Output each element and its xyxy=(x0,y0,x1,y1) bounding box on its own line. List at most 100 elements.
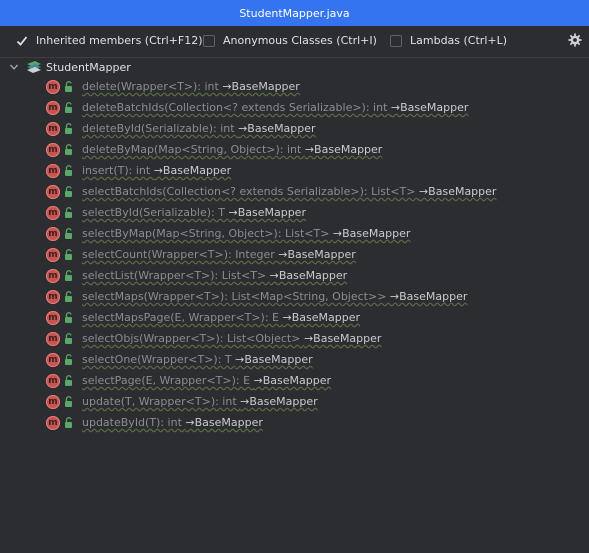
tree-method-row[interactable]: m selectById(Serializable): T →BaseMapper xyxy=(0,203,589,224)
unlock-icon xyxy=(65,144,72,155)
tree-method-row[interactable]: m selectCount(Wrapper<T>): Integer →BaseM… xyxy=(0,245,589,266)
unlock-icon xyxy=(65,249,72,260)
method-owner: →BaseMapper xyxy=(269,269,348,282)
root-label: StudentMapper xyxy=(46,61,131,74)
structure-toolbar: Inherited members (Ctrl+F12) Anonymous C… xyxy=(0,26,589,58)
tree-method-row[interactable]: m update(T, Wrapper<T>): int →BaseMapper xyxy=(0,392,589,413)
method-owner: →BaseMapper xyxy=(418,185,497,198)
gear-icon[interactable] xyxy=(568,33,582,47)
tree-method-row[interactable]: m selectByMap(Map<String, Object>): List<… xyxy=(0,224,589,245)
lambdas-checkbox[interactable] xyxy=(390,34,402,47)
inherited-label: Inherited members (Ctrl+F12) xyxy=(36,34,203,47)
method-owner: →BaseMapper xyxy=(390,101,469,114)
anonymous-classes-toggle[interactable]: Anonymous Classes (Ctrl+I) xyxy=(203,34,377,47)
method-signature: delete(Wrapper<T>): int →BaseMapper xyxy=(82,80,300,93)
method-icon: m xyxy=(46,332,60,346)
tree-method-row[interactable]: m deleteByMap(Map<String, Object>): int →… xyxy=(0,140,589,161)
method-icon: m xyxy=(46,374,60,388)
method-signature: selectPage(E, Wrapper<T>): E →BaseMapper xyxy=(82,374,331,387)
method-owner: →BaseMapper xyxy=(304,143,383,156)
method-owner: →BaseMapper xyxy=(303,332,382,345)
method-icon: m xyxy=(46,227,60,241)
method-owner: →BaseMapper xyxy=(153,164,232,177)
method-sig-text: deleteBatchIds(Collection<? extends Seri… xyxy=(82,101,391,114)
unlock-icon xyxy=(65,228,72,239)
method-owner: →BaseMapper xyxy=(240,395,318,408)
checkmark-icon xyxy=(16,35,28,46)
method-sig-text: selectBatchIds(Collection<? extends Seri… xyxy=(82,185,419,198)
unlock-icon xyxy=(65,165,72,176)
tree-method-row[interactable]: m selectPage(E, Wrapper<T>): E →BaseMappe… xyxy=(0,371,589,392)
tree-method-row[interactable]: m deleteBatchIds(Collection<? extends Ser… xyxy=(0,98,589,119)
method-sig-text: selectMapsPage(E, Wrapper<T>): E xyxy=(82,311,283,324)
method-sig-text: selectByMap(Map<String, Object>): List<T… xyxy=(82,227,333,240)
method-signature: selectList(Wrapper<T>): List<T> →BaseMap… xyxy=(82,269,347,282)
unlock-icon xyxy=(65,102,72,113)
method-sig-text: insert(T): int xyxy=(82,164,154,177)
unlock-icon xyxy=(65,354,72,365)
method-owner: →BaseMapper xyxy=(253,374,332,387)
anonymous-checkbox[interactable] xyxy=(203,34,215,47)
lambdas-label: Lambdas (Ctrl+L) xyxy=(410,34,508,47)
method-sig-text: selectPage(E, Wrapper<T>): E xyxy=(82,374,254,387)
window-titlebar: StudentMapper.java xyxy=(0,0,589,26)
method-owner: →BaseMapper xyxy=(185,416,263,429)
inherited-checkbox[interactable] xyxy=(16,35,28,47)
method-icon: m xyxy=(46,164,60,178)
method-sig-text: updateById(T): int xyxy=(82,416,186,429)
method-icon: m xyxy=(46,80,60,94)
method-icon: m xyxy=(46,290,60,304)
method-signature: selectMapsPage(E, Wrapper<T>): E →BaseMa… xyxy=(82,311,360,324)
tree-method-row[interactable]: m selectObjs(Wrapper<T>): List<Object> →B… xyxy=(0,329,589,350)
unlock-icon xyxy=(65,375,72,386)
chevron-down-icon[interactable] xyxy=(9,62,19,72)
method-icon: m xyxy=(46,143,60,157)
anonymous-label: Anonymous Classes (Ctrl+I) xyxy=(223,34,377,47)
method-signature: selectById(Serializable): T →BaseMapper xyxy=(82,206,306,219)
unlock-icon xyxy=(65,123,72,134)
method-icon: m xyxy=(46,101,60,115)
method-icon: m xyxy=(46,353,60,367)
method-signature: selectOne(Wrapper<T>): T →BaseMapper xyxy=(82,353,313,366)
window-title: StudentMapper.java xyxy=(239,6,350,20)
method-owner: →BaseMapper xyxy=(235,353,313,366)
method-sig-text: selectMaps(Wrapper<T>): List<Map<String,… xyxy=(82,290,390,303)
unlock-icon xyxy=(65,207,72,218)
method-icon: m xyxy=(46,206,60,220)
tree-method-row[interactable]: m selectMaps(Wrapper<T>): List<Map<String… xyxy=(0,287,589,308)
method-owner: →BaseMapper xyxy=(282,311,361,324)
method-signature: deleteBatchIds(Collection<? extends Seri… xyxy=(82,101,468,114)
method-owner: →BaseMapper xyxy=(332,227,411,240)
method-signature: selectByMap(Map<String, Object>): List<T… xyxy=(82,227,410,240)
method-signature: updateById(T): int →BaseMapper xyxy=(82,416,263,429)
method-icon: m xyxy=(46,248,60,262)
method-sig-text: selectList(Wrapper<T>): List<T> xyxy=(82,269,270,282)
tree-method-row[interactable]: m selectMapsPage(E, Wrapper<T>): E →BaseM… xyxy=(0,308,589,329)
interface-icon xyxy=(27,61,41,73)
tree-method-row[interactable]: m selectList(Wrapper<T>): List<T> →BaseMa… xyxy=(0,266,589,287)
lambdas-toggle[interactable]: Lambdas (Ctrl+L) xyxy=(390,34,507,47)
tree-method-row[interactable]: m selectBatchIds(Collection<? extends Ser… xyxy=(0,182,589,203)
method-icon: m xyxy=(46,185,60,199)
method-signature: insert(T): int →BaseMapper xyxy=(82,164,231,177)
method-signature: selectCount(Wrapper<T>): Integer →BaseMa… xyxy=(82,248,356,261)
method-icon: m xyxy=(46,416,60,430)
unlock-icon xyxy=(65,270,72,281)
method-sig-text: deleteByMap(Map<String, Object>): int xyxy=(82,143,305,156)
method-sig-text: update(T, Wrapper<T>): int xyxy=(82,395,241,408)
inherited-members-toggle[interactable]: Inherited members (Ctrl+F12) xyxy=(16,34,203,47)
method-owner: →BaseMapper xyxy=(278,248,356,261)
tree-method-row[interactable]: m updateById(T): int →BaseMapper xyxy=(0,413,589,434)
unlock-icon xyxy=(65,312,72,323)
unlock-icon xyxy=(65,396,72,407)
tree-method-row[interactable]: m insert(T): int →BaseMapper xyxy=(0,161,589,182)
unlock-icon xyxy=(65,291,72,302)
method-signature: selectBatchIds(Collection<? extends Seri… xyxy=(82,185,496,198)
tree-root-studentmapper[interactable]: StudentMapper xyxy=(0,58,589,77)
method-signature: deleteByMap(Map<String, Object>): int →B… xyxy=(82,143,382,156)
tree-method-row[interactable]: m delete(Wrapper<T>): int →BaseMapper xyxy=(0,77,589,98)
unlock-icon xyxy=(65,333,72,344)
tree-method-row[interactable]: m deleteById(Serializable): int →BaseMapp… xyxy=(0,119,589,140)
tree-method-row[interactable]: m selectOne(Wrapper<T>): T →BaseMapper xyxy=(0,350,589,371)
method-sig-text: delete(Wrapper<T>): int xyxy=(82,80,223,93)
